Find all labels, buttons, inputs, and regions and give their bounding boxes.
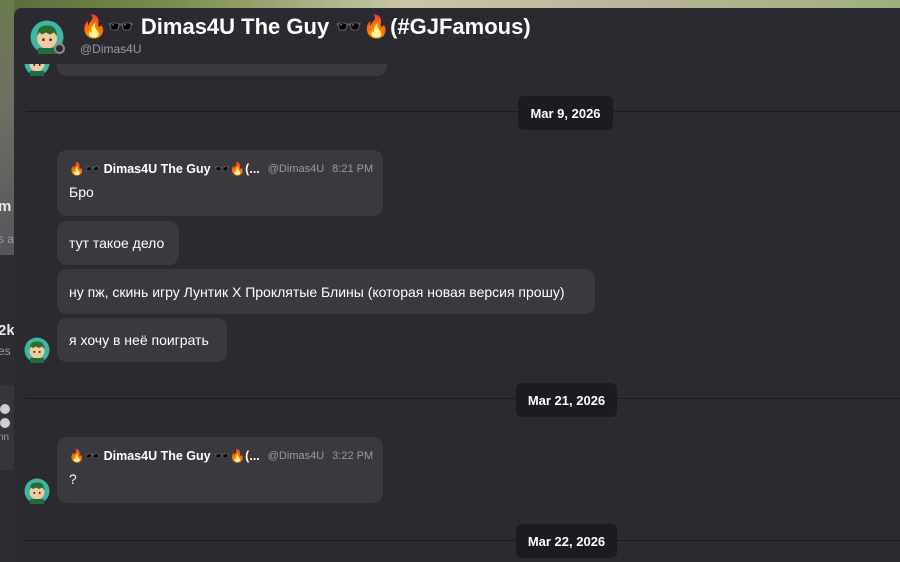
background-panel: m s a 2k es nn xyxy=(0,0,15,562)
background-dot xyxy=(0,404,10,414)
message-timestamp: 3:22 PM xyxy=(332,450,374,462)
message-text: я хочу в неё поиграть xyxy=(69,332,209,348)
date-divider-line xyxy=(26,111,900,112)
background-text: es xyxy=(0,344,11,358)
background-text: nn xyxy=(0,432,10,443)
dm-chat-window: Mar 9, 2026 🔥🕶️ Dimas4U The Guy 🕶️🔥(... … xyxy=(14,8,900,562)
date-divider-line xyxy=(26,540,900,541)
date-divider: Mar 22, 2026 xyxy=(516,524,617,558)
date-divider-line xyxy=(26,398,900,399)
chat-header: 🔥🕶️ Dimas4U The Guy 🕶️🔥(#GJFamous) @Dima… xyxy=(14,8,900,64)
person-avatar-icon[interactable] xyxy=(24,478,50,504)
message-author[interactable]: 🔥🕶️ Dimas4U The Guy 🕶️🔥(... xyxy=(69,162,260,177)
message-text: ? xyxy=(69,471,77,487)
message-bubble[interactable]: я хочу в неё поиграть xyxy=(57,318,227,362)
person-avatar-icon[interactable] xyxy=(24,337,50,363)
message-text: Бро xyxy=(69,184,94,200)
message-handle: @Dimas4U xyxy=(267,163,325,175)
message-handle: @Dimas4U xyxy=(267,450,325,462)
message-bubble[interactable]: 🔥🕶️ Dimas4U The Guy 🕶️🔥(... @Dimas4U 3:2… xyxy=(57,437,383,503)
message-text: ну пж, скинь игру Лунтик X Проклятые Бли… xyxy=(69,283,565,300)
date-divider: Mar 9, 2026 xyxy=(518,96,613,130)
background-text: m xyxy=(0,198,12,215)
message-author[interactable]: 🔥🕶️ Dimas4U The Guy 🕶️🔥(... xyxy=(69,449,260,464)
offline-status-icon xyxy=(54,43,65,54)
chat-title: 🔥🕶️ Dimas4U The Guy 🕶️🔥(#GJFamous) xyxy=(80,14,531,39)
message-timestamp: 8:21 PM xyxy=(332,163,374,175)
chat-handle: @Dimas4U xyxy=(80,42,142,56)
message-bubble[interactable]: тут такое дело xyxy=(57,221,179,265)
message-text: тут такое дело xyxy=(69,235,165,251)
message-feed[interactable]: Mar 9, 2026 🔥🕶️ Dimas4U The Guy 🕶️🔥(... … xyxy=(14,8,900,562)
background-text: s a xyxy=(0,232,15,246)
message-bubble[interactable]: 🔥🕶️ Dimas4U The Guy 🕶️🔥(... @Dimas4U 8:2… xyxy=(57,150,383,216)
date-divider: Mar 21, 2026 xyxy=(516,383,617,417)
message-bubble[interactable]: ну пж, скинь игру Лунтик X Проклятые Бли… xyxy=(57,269,595,314)
background-dot xyxy=(0,418,10,428)
background-text: 2k xyxy=(0,322,15,339)
